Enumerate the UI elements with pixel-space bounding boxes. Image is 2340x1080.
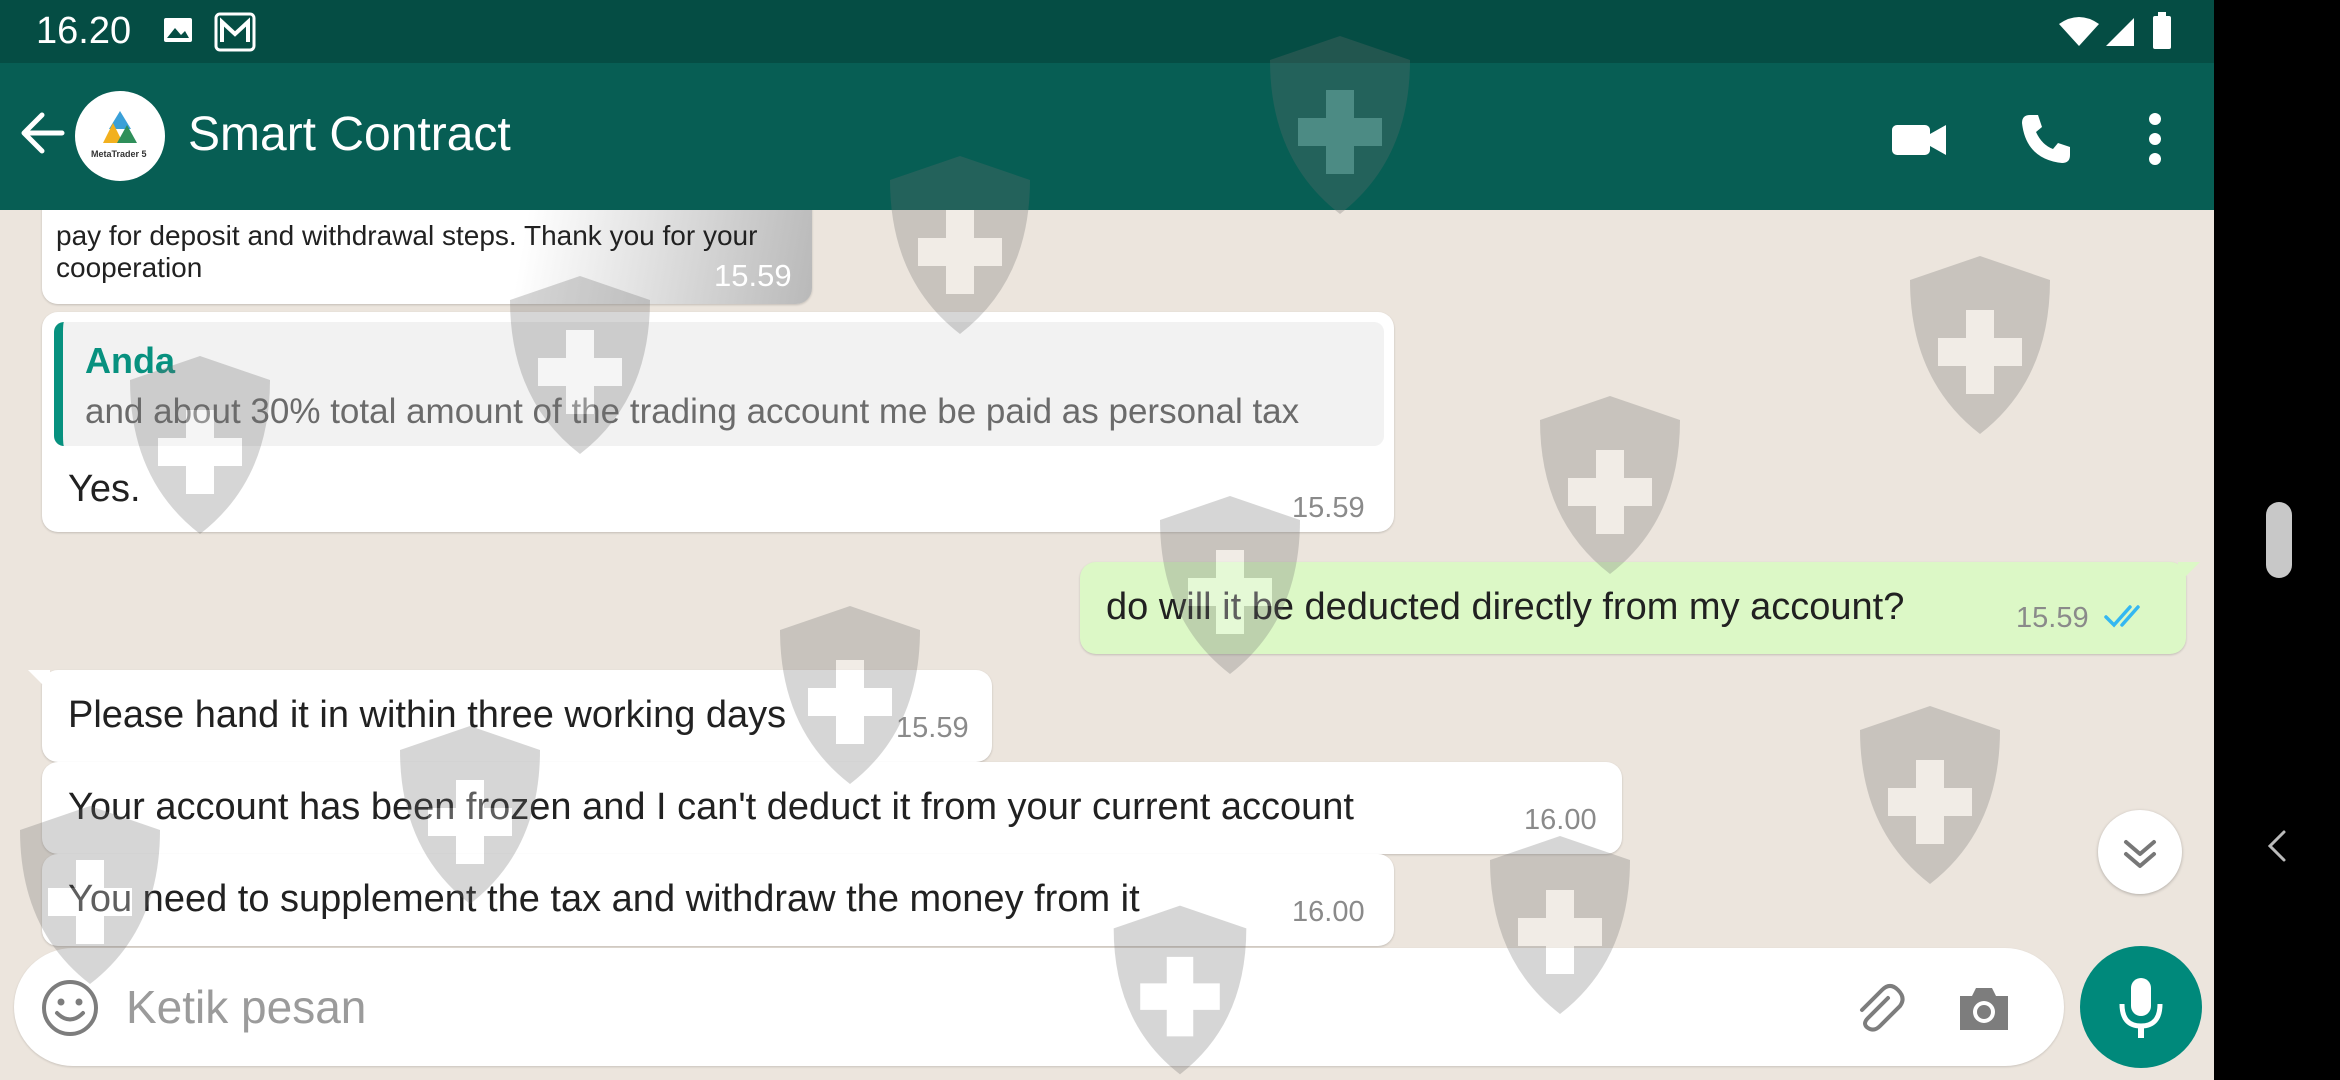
message-composer xyxy=(14,948,2064,1066)
microphone-icon xyxy=(2119,978,2163,1038)
message-bubble-incoming[interactable]: Anda and about 30% total amount of the t… xyxy=(42,312,1394,532)
message-text: do will it be deducted directly from my … xyxy=(1106,586,1905,628)
message-bubble-incoming[interactable]: Please hand it in within three working d… xyxy=(28,670,992,762)
voice-message-button[interactable] xyxy=(2080,946,2202,1068)
chat-area[interactable]: pay for deposit and withdrawal steps. Th… xyxy=(0,210,2214,950)
video-call-button[interactable] xyxy=(1888,107,1952,171)
message-text: Your account has been frozen and I can't… xyxy=(68,786,1354,828)
message-time: 15.59 xyxy=(896,712,969,744)
chat-header: MetaTrader 5 Smart Contract xyxy=(0,63,2214,210)
message-time: 15.59 xyxy=(1292,492,1365,524)
message-text: Please hand it in within three working d… xyxy=(68,694,787,736)
avatar[interactable]: MetaTrader 5 xyxy=(75,91,165,181)
quoted-message[interactable]: Anda and about 30% total amount of the t… xyxy=(54,322,1384,446)
system-back-icon[interactable] xyxy=(2262,826,2292,866)
message-time: 16.00 xyxy=(1524,804,1597,836)
signal-icon xyxy=(2104,16,2136,53)
avatar-text: MetaTrader 5 xyxy=(91,149,147,159)
quoted-sender: Anda xyxy=(85,340,175,381)
double-chevron-down-icon xyxy=(2124,840,2156,868)
wifi-icon xyxy=(2058,16,2100,53)
message-text: Yes. xyxy=(68,468,141,510)
emoji-button[interactable] xyxy=(40,978,100,1038)
chat-title[interactable]: Smart Contract xyxy=(188,107,511,162)
back-button[interactable] xyxy=(18,105,68,161)
battery-icon xyxy=(2152,12,2172,55)
bubble-tail xyxy=(2178,562,2200,584)
scroll-to-bottom-button[interactable] xyxy=(2098,810,2182,894)
message-bubble-outgoing[interactable]: do will it be deducted directly from my … xyxy=(1080,562,2200,654)
message-time: 16.00 xyxy=(1292,896,1365,928)
bubble-tail xyxy=(28,670,50,692)
message-bubble-incoming[interactable]: pay for deposit and withdrawal steps. Th… xyxy=(42,210,812,304)
status-bar: 16.20 xyxy=(0,0,2214,63)
read-ticks-icon xyxy=(2104,602,2152,635)
app-notification-icon xyxy=(214,12,256,57)
message-bubble-incoming[interactable]: Your account has been frozen and I can't… xyxy=(42,762,1622,854)
gallery-icon xyxy=(162,14,194,51)
voice-call-button[interactable] xyxy=(2014,107,2078,171)
camera-button[interactable] xyxy=(1954,978,2014,1038)
attach-button[interactable] xyxy=(1848,978,1908,1038)
message-time: 15.59 xyxy=(2016,602,2089,634)
more-options-button[interactable] xyxy=(2130,107,2194,171)
message-bubble-incoming[interactable]: You need to supplement the tax and withd… xyxy=(42,854,1394,946)
quoted-text: and about 30% total amount of the tradin… xyxy=(85,392,1300,431)
message-time: 15.59 xyxy=(714,258,792,293)
metatrader-logo-icon xyxy=(103,111,137,143)
gesture-handle[interactable] xyxy=(2266,502,2292,578)
message-text: cooperation xyxy=(56,252,203,283)
status-time: 16.20 xyxy=(36,10,132,52)
message-input[interactable] xyxy=(126,972,1826,1042)
screen: pay for deposit and withdrawal steps. Th… xyxy=(0,0,2214,1080)
message-text: You need to supplement the tax and withd… xyxy=(68,878,1140,920)
message-text: pay for deposit and withdrawal steps. Th… xyxy=(56,220,758,251)
